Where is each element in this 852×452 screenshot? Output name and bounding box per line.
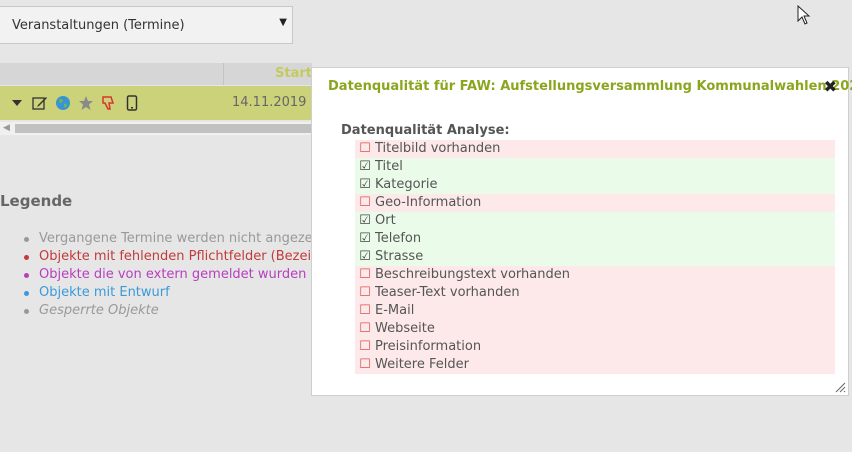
unchecked-box-icon: ☐	[359, 339, 371, 354]
legend-item-missing-fields: Objekte mit fehlenden Pflichtfelder (Bez…	[24, 248, 327, 266]
dialog-title: Datenqualität für FAW: Aufstellungsversa…	[328, 79, 852, 94]
column-divider	[223, 63, 224, 85]
close-icon[interactable]: ✖	[824, 77, 837, 96]
quality-check-label: Webseite	[375, 321, 435, 336]
quality-check-item: ☑ Telefon	[355, 230, 835, 248]
quality-check-label: Geo-Information	[375, 195, 482, 210]
analysis-label: Datenqualität Analyse:	[341, 123, 510, 138]
checked-box-icon: ☑	[359, 213, 371, 228]
quality-check-label: Telefon	[375, 231, 422, 246]
quality-check-label: Kategorie	[375, 177, 438, 192]
mobile-icon[interactable]	[123, 94, 141, 112]
star-icon[interactable]	[77, 94, 95, 112]
start-date-cell: 14.11.2019 (I	[232, 95, 320, 110]
checked-box-icon: ☑	[359, 249, 371, 264]
quality-check-item: ☐ Geo-Information	[355, 194, 835, 212]
edit-icon[interactable]	[31, 94, 49, 112]
quality-check-item: ☑ Strasse	[355, 248, 835, 266]
quality-check-label: Weitere Felder	[375, 357, 469, 372]
quality-check-item: ☑ Titel	[355, 158, 835, 176]
mouse-pointer-icon	[797, 5, 811, 25]
data-quality-dialog: Datenqualität für FAW: Aufstellungsversa…	[311, 67, 852, 396]
quality-check-label: Ort	[375, 213, 396, 228]
quality-check-item: ☑ Ort	[355, 212, 835, 230]
type-select[interactable]: Veranstaltungen (Termine) ▼	[0, 6, 293, 44]
legend-item-locked: Gesperrte Objekte	[24, 302, 327, 320]
quality-check-item: ☐ E-Mail	[355, 302, 835, 320]
quality-check-label: Strasse	[375, 249, 424, 264]
type-select-value: Veranstaltungen (Termine)	[12, 17, 185, 33]
quality-check-label: E-Mail	[375, 303, 415, 318]
legend-list: Vergangene Termine werden nicht angezeig…	[24, 230, 327, 320]
legend-item-draft: Objekte mit Entwurf	[24, 284, 327, 302]
checked-box-icon: ☑	[359, 159, 371, 174]
quality-check-label: Titel	[375, 159, 403, 174]
globe-icon[interactable]	[54, 94, 72, 112]
legend-title: Legende	[0, 192, 73, 210]
unchecked-box-icon: ☐	[359, 141, 371, 156]
expand-arrow-icon[interactable]	[8, 94, 26, 112]
thumbs-down-icon[interactable]	[100, 94, 118, 112]
dropdown-caret-icon: ▼	[279, 17, 287, 28]
resize-handle-icon[interactable]	[835, 382, 846, 393]
quality-check-item: ☐ Beschreibungstext vorhanden	[355, 266, 835, 284]
legend-item-external: Objekte die von extern gemeldet wurden	[24, 266, 327, 284]
quality-check-item: ☑ Kategorie	[355, 176, 835, 194]
checked-box-icon: ☑	[359, 177, 371, 192]
quality-check-label: Titelbild vorhanden	[375, 141, 501, 156]
unchecked-box-icon: ☐	[359, 285, 371, 300]
scroll-left-icon[interactable]: ◀	[3, 123, 10, 133]
unchecked-box-icon: ☐	[359, 303, 371, 318]
unchecked-box-icon: ☐	[359, 267, 371, 282]
quality-check-label: Preisinformation	[375, 339, 482, 354]
row-actions	[8, 94, 141, 112]
quality-check-item: ☐ Webseite	[355, 320, 835, 338]
table-row[interactable]: 14.11.2019 (I	[0, 86, 319, 120]
quality-check-item: ☐ Weitere Felder	[355, 356, 835, 374]
scrollbar-thumb[interactable]	[15, 124, 312, 133]
unchecked-box-icon: ☐	[359, 321, 371, 336]
column-header-start[interactable]: Start	[275, 66, 312, 81]
checked-box-icon: ☑	[359, 231, 371, 246]
legend-item-past: Vergangene Termine werden nicht angezeig	[24, 230, 327, 248]
table-header: Start	[0, 63, 312, 85]
quality-check-item: ☐ Titelbild vorhanden	[355, 140, 835, 158]
quality-check-label: Teaser-Text vorhanden	[375, 285, 520, 300]
quality-check-label: Beschreibungstext vorhanden	[375, 267, 570, 282]
quality-check-item: ☐ Teaser-Text vorhanden	[355, 284, 835, 302]
horizontal-scrollbar[interactable]: ◀	[0, 122, 312, 135]
unchecked-box-icon: ☐	[359, 195, 371, 210]
quality-check-list: ☐ Titelbild vorhanden ☑ Titel ☑ Kategorie ☐ Geo…	[355, 140, 835, 374]
unchecked-box-icon: ☐	[359, 357, 371, 372]
quality-check-item: ☐ Preisinformation	[355, 338, 835, 356]
